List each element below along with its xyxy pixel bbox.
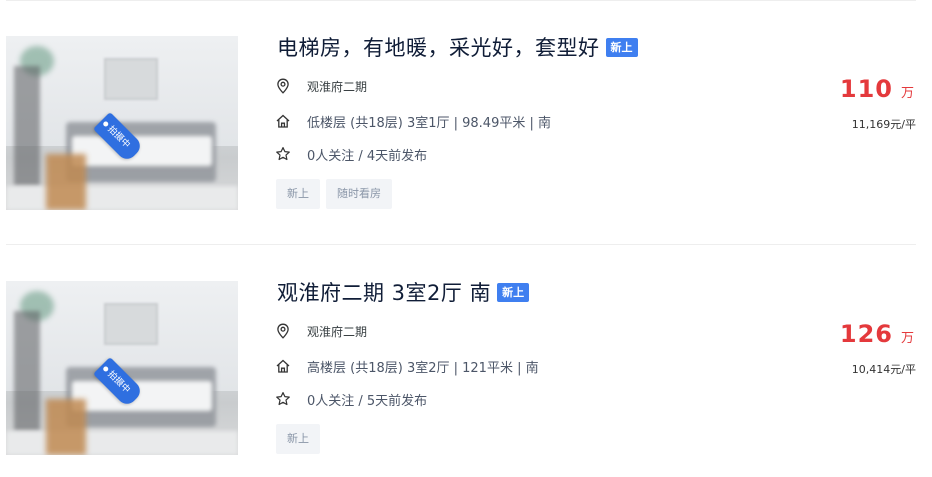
listing-title-row[interactable]: 观淮府二期 3室2厅 南 新上	[277, 277, 530, 307]
house-info: 高楼层 (共18层) 3室2厅 | 121平米 | 南	[307, 360, 539, 376]
community-name[interactable]: 观淮府二期	[307, 78, 367, 95]
house-info-row: 低楼层 (共18层) 3室1厅 | 98.49平米 | 南	[275, 111, 551, 131]
listing-thumbnail[interactable]: 拍摄中	[6, 281, 238, 455]
listing-title[interactable]: 电梯房，有地暖，采光好，套型好	[277, 32, 600, 62]
follow-info: 0人关注 / 4天前发布	[307, 148, 428, 164]
total-price: 110 万	[840, 75, 914, 103]
unit-price: 11,169元/平	[851, 118, 916, 131]
total-price-value: 126	[839, 320, 893, 348]
total-price-unit: 万	[900, 331, 914, 346]
house-info-row: 高楼层 (共18层) 3室2厅 | 121平米 | 南	[275, 356, 539, 376]
new-badge: 新上	[605, 37, 638, 57]
follow-info-row: 0人关注 / 5天前发布	[275, 389, 427, 409]
listing-title-row[interactable]: 电梯房，有地暖，采光好，套型好 新上	[277, 34, 638, 60]
listing-title[interactable]: 观淮府二期 3室2厅 南	[277, 277, 491, 307]
listing-thumbnail[interactable]: 拍摄中	[6, 36, 238, 210]
total-price-unit: 万	[900, 86, 914, 101]
community-name[interactable]: 观淮府二期	[307, 323, 367, 340]
total-price: 126 万	[840, 320, 914, 348]
unit-price: 10,414元/平	[851, 363, 916, 376]
community-row: 观淮府二期	[275, 321, 367, 341]
tag-pill: 随时看房	[326, 179, 392, 209]
listing-tags: 新上 随时看房	[276, 179, 398, 209]
location-pin-icon	[275, 78, 291, 94]
follow-info: 0人关注 / 5天前发布	[307, 393, 428, 409]
location-pin-icon	[275, 323, 291, 339]
house-icon	[275, 358, 291, 374]
community-row: 观淮府二期	[275, 76, 367, 96]
new-badge: 新上	[497, 282, 530, 302]
tag-pill: 新上	[276, 179, 320, 209]
star-icon	[275, 146, 291, 162]
listing-card[interactable]: 拍摄中 电梯房，有地暖，采光好，套型好 新上 观淮府二期 低楼层 (共18层) …	[0, 0, 932, 220]
tag-pill: 新上	[276, 424, 320, 454]
total-price-value: 110	[839, 75, 893, 103]
listing-card[interactable]: 拍摄中 观淮府二期 3室2厅 南 新上 观淮府二期 高楼层 (共18层) 3室2…	[0, 245, 932, 465]
listing-tags: 新上	[276, 424, 326, 454]
follow-info-row: 0人关注 / 4天前发布	[275, 144, 427, 164]
house-icon	[275, 113, 291, 129]
star-icon	[275, 391, 291, 407]
house-info: 低楼层 (共18层) 3室1厅 | 98.49平米 | 南	[307, 115, 551, 131]
